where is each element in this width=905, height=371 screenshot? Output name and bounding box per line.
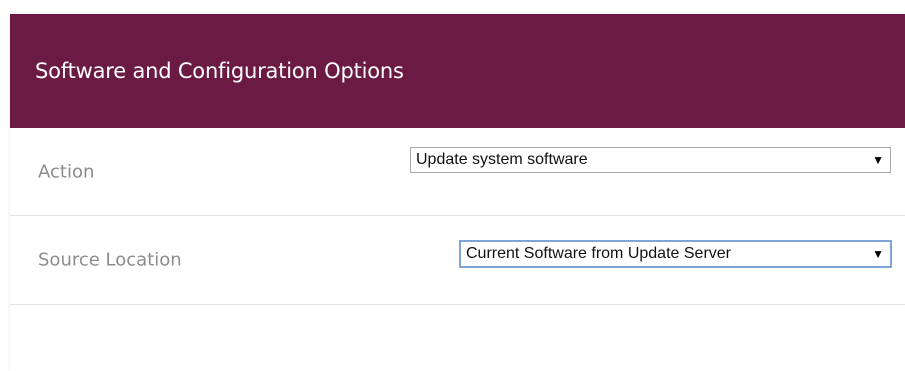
source-location-label: Source Location <box>38 249 182 271</box>
action-select[interactable]: Update system software ▼ <box>410 147 891 173</box>
chevron-down-icon: ▼ <box>872 247 884 261</box>
page: Software and Configuration Options Actio… <box>0 0 905 371</box>
panel-header: Software and Configuration Options <box>10 14 905 128</box>
options-panel: Software and Configuration Options Actio… <box>10 14 905 371</box>
source-location-row: Source Location Current Software from Up… <box>10 216 905 305</box>
action-row: Action Update system software ▼ <box>10 128 905 216</box>
source-location-select-value: Current Software from Update Server <box>466 245 731 262</box>
action-label: Action <box>38 161 95 182</box>
chevron-down-icon: ▼ <box>872 153 884 167</box>
panel-title: Software and Configuration Options <box>35 59 404 83</box>
source-location-select[interactable]: Current Software from Update Server ▼ <box>459 240 892 268</box>
action-select-value: Update system software <box>416 151 588 168</box>
